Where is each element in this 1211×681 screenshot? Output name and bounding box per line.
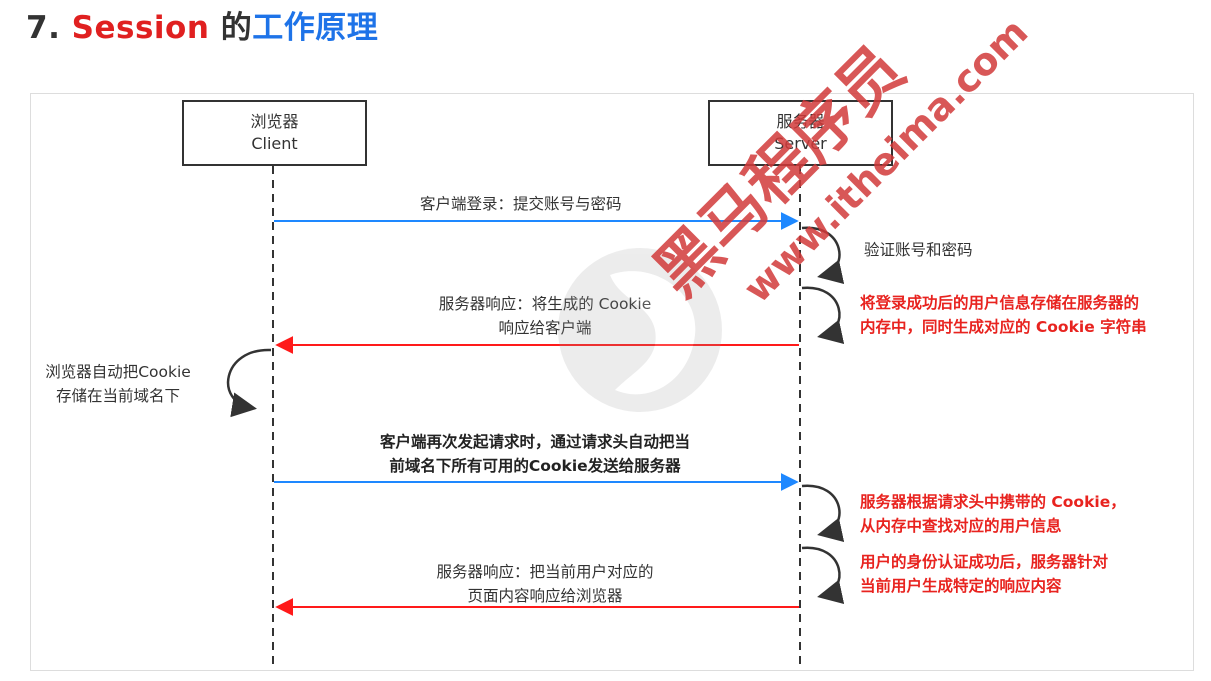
client-actor-box: 浏览器 Client (182, 100, 367, 166)
store-note-line2: 内存中，同时生成对应的 Cookie 字符串 (860, 318, 1147, 336)
lookup-note-line1: 服务器根据请求头中携带的 Cookie， (860, 493, 1126, 511)
auth-self-loop (801, 546, 845, 604)
lookup-self-loop (801, 484, 845, 542)
cookie-response-label-line2: 响应给客户端 (498, 319, 592, 337)
verify-self-loop (801, 226, 845, 284)
page-response-label-line2: 页面内容响应给浏览器 (467, 587, 623, 605)
lookup-note: 服务器根据请求头中携带的 Cookie， 从内存中查找对应的用户信息 (860, 490, 1126, 538)
server-actor-box: 服务器 Server (708, 100, 893, 166)
cookie-response-label-line1: 服务器响应：将生成的 Cookie (438, 295, 652, 313)
store-self-loop (801, 286, 845, 344)
login-request-label: 客户端登录：提交账号与密码 (420, 195, 622, 213)
cookie-request-label-line2: 前域名下所有可用的Cookie发送给服务器 (389, 457, 681, 475)
cookie-request-label: 客户端再次发起请求时，通过请求头自动把当 前域名下所有可用的Cookie发送给服… (330, 430, 740, 478)
store-note-line1: 将登录成功后的用户信息存储在服务器的 (860, 294, 1140, 312)
cookie-response-label: 服务器响应：将生成的 Cookie 响应给客户端 (400, 292, 690, 340)
browser-store-note-line1: 浏览器自动把Cookie (45, 363, 191, 381)
browser-store-note-line2: 存储在当前域名下 (55, 387, 180, 405)
browser-store-note: 浏览器自动把Cookie 存储在当前域名下 (28, 360, 208, 408)
page-response-label-line1: 服务器响应：把当前用户对应的 (436, 563, 654, 581)
auth-note-line2: 当前用户生成特定的响应内容 (860, 577, 1062, 595)
auth-note: 用户的身份认证成功后，服务器针对 当前用户生成特定的响应内容 (860, 550, 1108, 598)
server-actor-sub: Server (774, 134, 827, 153)
client-actor-name: 浏览器 (250, 112, 299, 131)
browser-store-self-loop (226, 348, 272, 418)
verify-note: 验证账号和密码 (864, 241, 973, 259)
auth-note-line1: 用户的身份认证成功后，服务器针对 (860, 553, 1109, 571)
client-actor-sub: Client (251, 134, 298, 153)
lookup-note-line2: 从内存中查找对应的用户信息 (860, 517, 1062, 535)
store-note: 将登录成功后的用户信息存储在服务器的 内存中，同时生成对应的 Cookie 字符… (860, 291, 1147, 339)
server-actor-name: 服务器 (776, 112, 825, 131)
cookie-request-label-line1: 客户端再次发起请求时，通过请求头自动把当 (379, 433, 690, 451)
page-response-label: 服务器响应：把当前用户对应的 页面内容响应给浏览器 (395, 560, 695, 608)
